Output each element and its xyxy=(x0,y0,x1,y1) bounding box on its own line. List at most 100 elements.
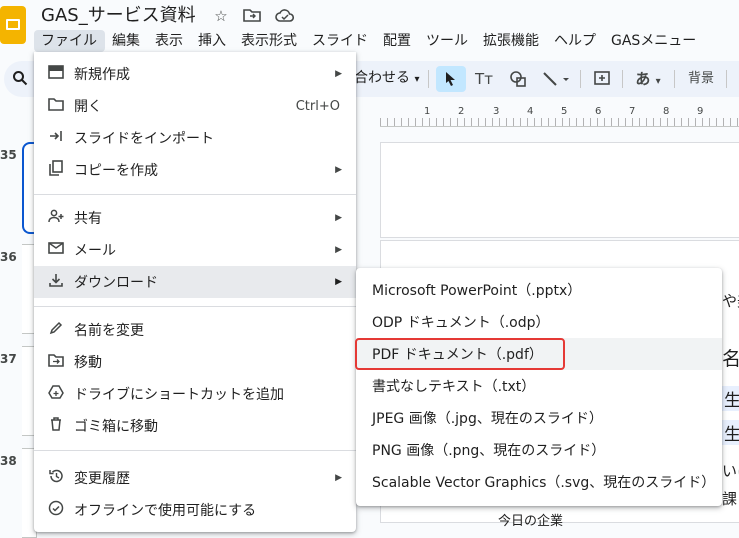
menu-item-label: 共有 xyxy=(74,211,102,227)
cloud-status-icon[interactable] xyxy=(275,7,295,25)
menu-item-make-copy[interactable]: コピーを作成 ▶ xyxy=(34,154,356,186)
move-to-folder-icon[interactable] xyxy=(243,7,261,25)
add-comment-icon[interactable] xyxy=(588,66,616,92)
toolbar-divider xyxy=(580,70,581,88)
input-tools-button[interactable]: あ ▾ xyxy=(628,66,668,92)
history-icon xyxy=(47,468,65,488)
menu-item-move-to-trash[interactable]: ゴミ箱に移動 xyxy=(34,410,356,442)
submenu-arrow-icon: ▶ xyxy=(335,165,342,175)
slide-number: 37 xyxy=(0,352,17,366)
menu-tools[interactable]: ツール xyxy=(419,30,476,52)
submenu-arrow-icon: ▶ xyxy=(335,277,342,287)
ruler-number: 3 xyxy=(493,106,500,117)
menu-item-new[interactable]: 新規作成 ▶ xyxy=(34,58,356,90)
menu-item-add-drive-shortcut[interactable]: ドライブにショートカットを追加 xyxy=(34,378,356,410)
download-option-svg[interactable]: Scalable Vector Graphics（.svg、現在のスライド） xyxy=(356,466,722,498)
menu-item-label: 開く xyxy=(74,99,102,115)
menu-item-rename[interactable]: 名前を変更 xyxy=(34,314,356,346)
menu-view[interactable]: 表示 xyxy=(148,30,191,52)
submenu-arrow-icon: ▶ xyxy=(335,69,342,79)
menu-slide[interactable]: スライド xyxy=(305,30,376,52)
layout-fit-label: 合わせる xyxy=(354,70,410,86)
menu-arrange[interactable]: 配置 xyxy=(376,30,419,52)
ruler-number: 9 xyxy=(697,106,704,117)
line-tool-icon[interactable] xyxy=(538,66,574,92)
toolbar-divider xyxy=(622,70,623,88)
background-button[interactable]: 背景 xyxy=(684,66,718,92)
menu-divider xyxy=(34,450,356,451)
move-folder-icon xyxy=(47,353,65,371)
menu-item-open[interactable]: 開く Ctrl+O xyxy=(34,90,356,122)
download-option-pptx[interactable]: Microsoft PowerPoint（.pptx） xyxy=(356,274,722,306)
menu-item-move[interactable]: 移動 xyxy=(34,346,356,378)
search-icon[interactable] xyxy=(12,70,28,90)
slide-header-box[interactable] xyxy=(380,142,739,238)
submenu-arrow-icon: ▶ xyxy=(335,473,342,483)
menu-item-label: 移動 xyxy=(74,355,102,371)
download-option-odp[interactable]: ODP ドキュメント（.odp） xyxy=(356,306,722,338)
text-box-icon[interactable]: Tт xyxy=(470,66,498,92)
menu-help[interactable]: ヘルプ xyxy=(547,30,604,52)
trash-icon xyxy=(47,417,65,435)
ruler-number: 8 xyxy=(663,106,670,117)
menu-item-version-history[interactable]: 変更履歴 ▶ xyxy=(34,462,356,494)
menu-divider xyxy=(34,306,356,307)
horizontal-ruler: 1 2 3 4 5 6 7 8 9 xyxy=(380,106,739,127)
download-option-label: Scalable Vector Graphics（.svg、現在のスライド） xyxy=(372,475,716,491)
menu-divider xyxy=(34,194,356,195)
pdf-highlight-box xyxy=(355,338,565,370)
download-submenu: Microsoft PowerPoint（.pptx） ODP ドキュメント（.… xyxy=(356,268,722,506)
menu-edit[interactable]: 編集 xyxy=(105,30,148,52)
slide-text-fragment: いに xyxy=(722,462,739,480)
submenu-arrow-icon: ▶ xyxy=(335,213,342,223)
select-cursor-icon[interactable] xyxy=(436,66,466,92)
drive-shortcut-icon xyxy=(47,385,65,403)
download-option-jpg[interactable]: JPEG 画像（.jpg、現在のスライド） xyxy=(356,402,722,434)
offline-icon xyxy=(47,500,65,520)
document-title[interactable]: GAS_サービス資料 xyxy=(41,4,196,28)
shape-icon[interactable] xyxy=(504,66,532,92)
menu-item-import-slides[interactable]: スライドをインポート xyxy=(34,122,356,154)
menu-item-download[interactable]: ダウンロード ▶ xyxy=(34,266,356,298)
menu-item-label: ドライブにショートカットを追加 xyxy=(74,387,284,403)
menu-extensions[interactable]: 拡張機能 xyxy=(476,30,547,52)
menu-insert[interactable]: 挿入 xyxy=(191,30,234,52)
slide-text-fragment: 生( xyxy=(720,386,739,411)
download-option-txt[interactable]: 書式なしテキスト（.txt） xyxy=(356,370,722,402)
download-option-png[interactable]: PNG 画像（.png、現在のスライド） xyxy=(356,434,722,466)
slide-text-fragment: 名 xyxy=(722,348,739,370)
menu-item-label: メール xyxy=(74,243,116,259)
download-option-label: ODP ドキュメント（.odp） xyxy=(372,315,550,331)
mail-icon xyxy=(47,242,65,258)
menu-item-make-available-offline[interactable]: オフラインで使用可能にする xyxy=(34,494,356,526)
menubar: ファイル 編集 表示 挿入 表示形式 スライド 配置 ツール 拡張機能 ヘルプ … xyxy=(34,30,704,52)
star-icon[interactable]: ☆ xyxy=(212,7,230,25)
copy-icon xyxy=(47,160,65,180)
menu-item-email[interactable]: メール ▶ xyxy=(34,234,356,266)
ruler-number: 5 xyxy=(561,106,568,117)
slide-text-fragment: 生( xyxy=(720,420,739,445)
menu-item-share[interactable]: 共有 ▶ xyxy=(34,202,356,234)
menu-format[interactable]: 表示形式 xyxy=(234,30,305,52)
menu-item-label: ダウンロード xyxy=(74,275,158,291)
menu-gas[interactable]: GASメニュー xyxy=(604,30,704,52)
submenu-arrow-icon: ▶ xyxy=(335,245,342,255)
ruler-number: 2 xyxy=(458,106,465,117)
slide-number: 35 xyxy=(0,148,17,162)
slide-text-fragment: や美 xyxy=(722,292,739,310)
menu-item-label: ゴミ箱に移動 xyxy=(74,419,158,435)
menu-item-label: スライドをインポート xyxy=(74,131,214,147)
share-icon xyxy=(47,209,65,227)
slide-text-fragment: 課 xyxy=(722,490,738,508)
download-icon xyxy=(47,273,65,291)
slides-logo-icon[interactable] xyxy=(0,6,26,44)
slide-text-fragment: 今日の企業 xyxy=(498,514,564,529)
slide-number: 38 xyxy=(0,454,17,468)
toolbar-divider xyxy=(428,70,429,88)
menu-item-label: 新規作成 xyxy=(74,67,130,83)
layout-fit-dropdown[interactable]: 合わせる ▾ xyxy=(354,68,419,90)
new-doc-icon xyxy=(47,65,65,83)
download-option-label: 書式なしテキスト（.txt） xyxy=(372,379,536,395)
menu-file[interactable]: ファイル xyxy=(34,30,105,52)
folder-open-icon xyxy=(47,97,65,115)
